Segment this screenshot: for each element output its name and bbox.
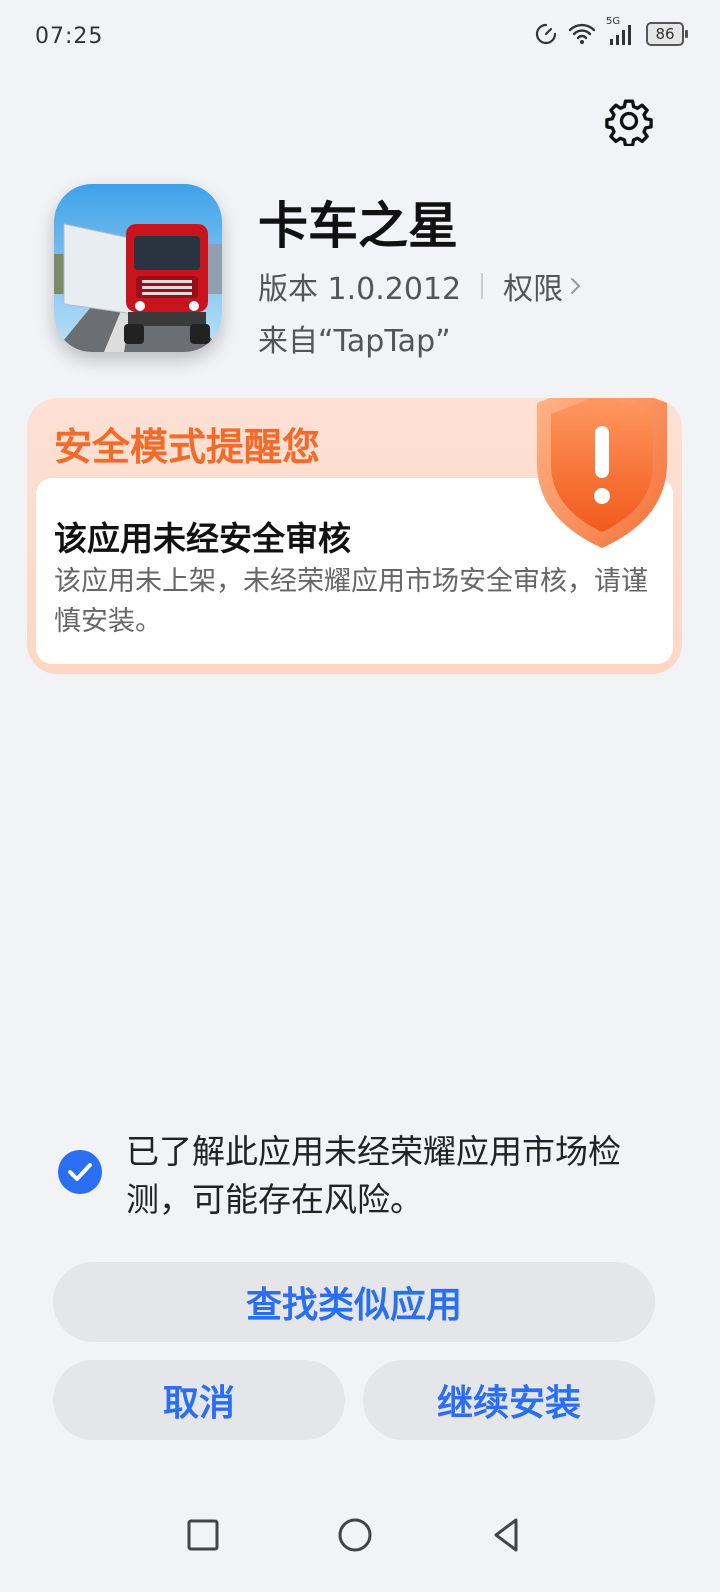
signal-icon: 5G: [606, 16, 636, 46]
back-icon: [494, 1518, 518, 1552]
acknowledgement-text: 已了解此应用未经荣耀应用市场检测，可能存在风险。: [126, 1132, 621, 1219]
home-icon: [338, 1518, 372, 1552]
app-meta: 版本 1.0.2012 权限: [258, 264, 583, 308]
permissions-label: 权限: [503, 272, 564, 307]
battery-icon: 86: [646, 22, 688, 46]
safety-title: 安全模式提醒您: [54, 425, 321, 469]
safety-heading: 该应用未经安全审核: [54, 519, 351, 558]
recent-apps-button[interactable]: [178, 1510, 228, 1560]
app-source: 来自“TapTap”: [258, 324, 451, 359]
checkmark-icon: [68, 1163, 92, 1181]
warning-shield-icon: [537, 398, 667, 548]
safety-warning-card: 安全模式提醒您 该应用未经安全审核 该应用未上架，未经荣耀应用市场安全审核，请谨…: [27, 398, 682, 674]
wifi-icon: [568, 23, 596, 44]
acknowledgement-checkbox[interactable]: [58, 1150, 102, 1194]
status-bar: 07:25 5G 86: [0, 0, 720, 80]
safety-body: 该应用未上架，未经荣耀应用市场安全审核，请谨慎安装。: [54, 566, 648, 637]
install-screen: 07:25 5G 86 卡车之星 版本 1.0.2012 权限 来自“TapTa…: [0, 0, 720, 1592]
find-similar-apps-button[interactable]: 查找类似应用: [53, 1262, 655, 1342]
navigation-bar: [0, 1500, 720, 1570]
continue-install-button[interactable]: 继续安装: [363, 1360, 655, 1440]
meta-divider: [481, 273, 484, 299]
settings-button[interactable]: [604, 96, 654, 148]
app-name: 卡车之星: [258, 197, 458, 255]
truck-game-icon: [54, 184, 222, 352]
permissions-link[interactable]: 权限: [503, 264, 583, 308]
cancel-button[interactable]: 取消: [53, 1360, 345, 1440]
battery-level: 86: [655, 25, 675, 43]
back-button[interactable]: [482, 1510, 532, 1560]
recent-apps-icon: [187, 1519, 219, 1551]
chevron-right-icon: [571, 278, 581, 294]
app-icon: [54, 184, 222, 352]
app-version: 版本 1.0.2012: [258, 272, 462, 307]
home-button[interactable]: [330, 1510, 380, 1560]
status-icons: 5G 86: [534, 16, 688, 46]
gear-icon: [605, 99, 653, 148]
status-time: 07:25: [35, 24, 104, 49]
data-saver-icon: [535, 23, 557, 45]
